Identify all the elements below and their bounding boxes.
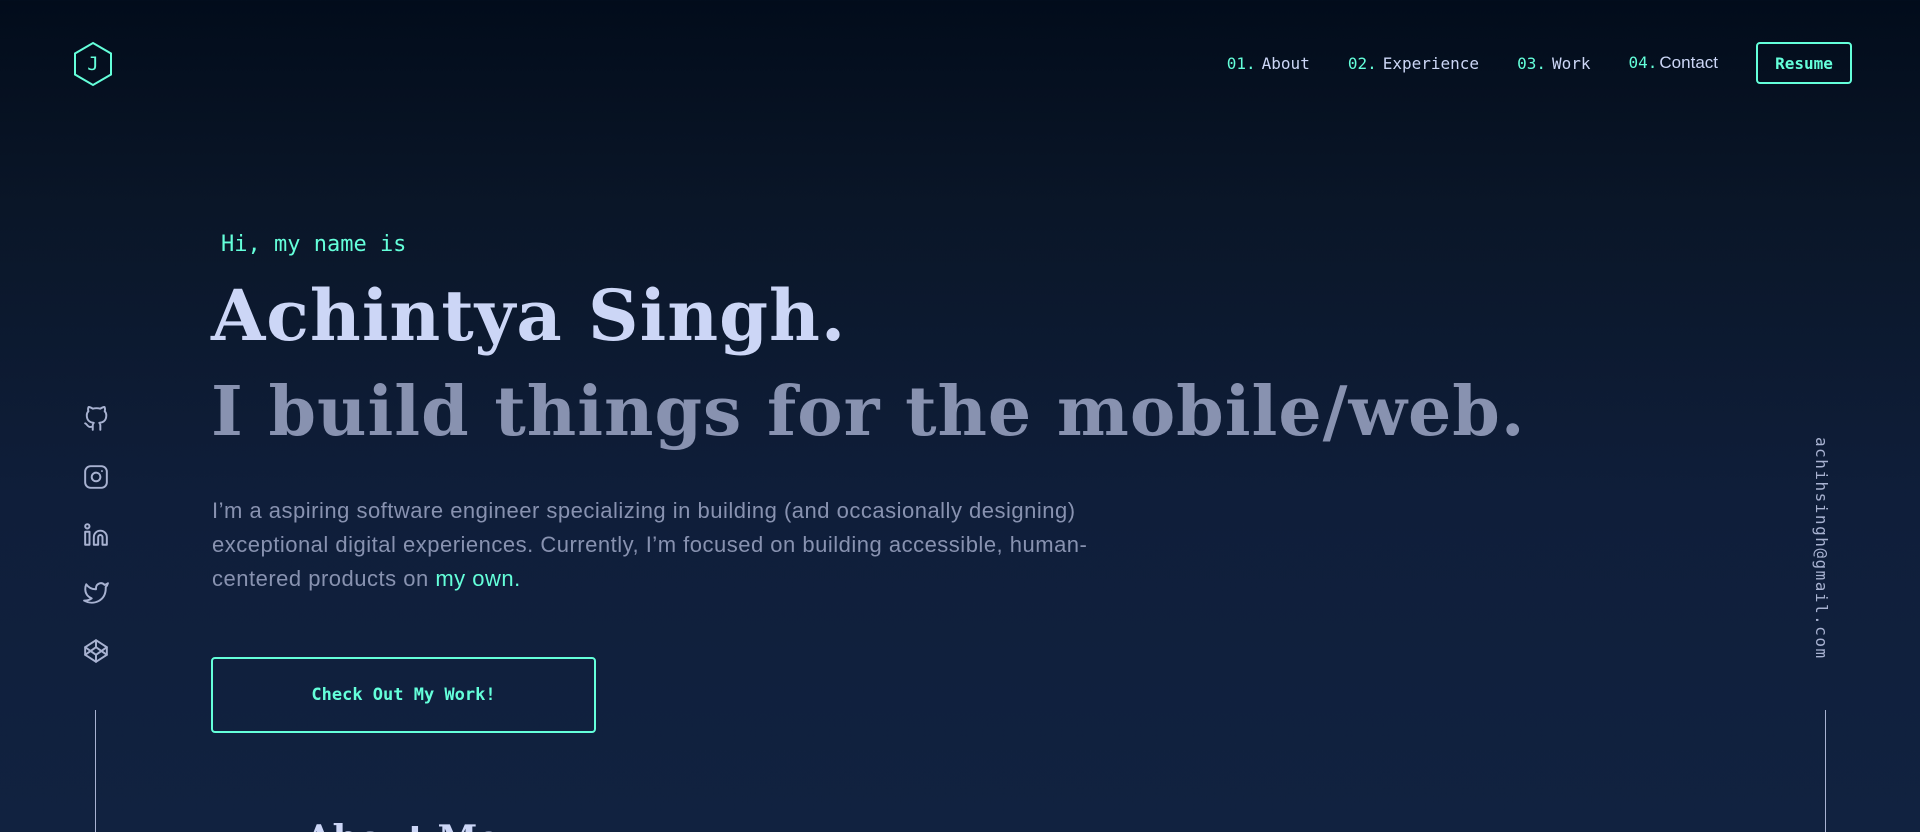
twitter-icon[interactable] [81,578,111,608]
main-nav: 01. About 02. Experience 03. Work 04. Co… [1189,40,1852,86]
nav-item-contact[interactable]: 04. Contact [1629,53,1719,73]
hero-tagline: I build things for the mobile/web. [211,372,1526,452]
nav-item-work[interactable]: 03. Work [1517,54,1590,73]
nav-number: 04. [1628,53,1658,72]
nav-item-experience[interactable]: 02. Experience [1348,54,1479,73]
linkedin-icon[interactable] [81,520,111,550]
hero-name: Achintya Singh. [211,274,847,357]
email-link[interactable]: achihsingh@gmail.com [1812,437,1831,660]
right-divider-line [1825,710,1826,832]
nav-item-about[interactable]: 01. About [1227,54,1310,73]
nav-number: 03. [1517,53,1546,73]
nav-label: Work [1551,53,1591,73]
nav-number: 01. [1226,53,1256,73]
logo[interactable]: J [72,41,114,87]
hero-description-link[interactable]: my own. [435,566,520,591]
github-icon[interactable] [81,404,111,434]
nav-label: Experience [1382,53,1480,73]
resume-button[interactable]: Resume [1756,42,1852,84]
social-links [80,404,112,694]
nav-label: Contact [1659,53,1718,72]
left-divider-line [95,710,96,832]
nav-number: 02. [1347,53,1377,73]
instagram-icon[interactable] [81,462,111,492]
check-out-work-button[interactable]: Check Out My Work! [211,657,596,733]
hero-description-text: I’m a aspiring software engineer special… [212,498,1088,591]
logo-letter: J [87,53,99,75]
hero-description: I’m a aspiring software engineer special… [212,494,1092,596]
hero-intro: Hi, my name is [221,232,407,257]
codepen-icon[interactable] [81,636,111,666]
nav-label: About [1261,53,1310,73]
about-section-heading: About Me [305,818,500,832]
